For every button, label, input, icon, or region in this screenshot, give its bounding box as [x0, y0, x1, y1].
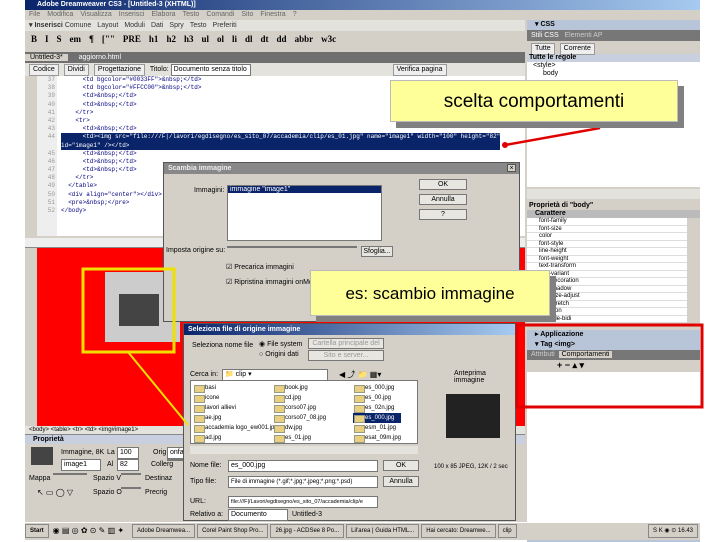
callout-behaviors: scelta comportamenti	[390, 80, 678, 122]
yellow-pointer-line	[127, 351, 189, 426]
taskbar-button[interactable]: Lil'area | Guida HTML...	[346, 524, 420, 539]
taskbar: Start ◉ ▤ ◎ ✿ ⊙ ✎ ▥ ✦ Adobe Dreamwea... C…	[25, 522, 700, 540]
callout-swap-image: es: scambio immagine	[310, 270, 550, 316]
taskbar-button[interactable]: Adobe Dreamwea...	[132, 524, 196, 539]
taskbar-button[interactable]: 26.jpg - ACDSee 8 Po...	[270, 524, 345, 539]
quick-launch-icons[interactable]: ◉ ▤ ◎ ✿ ⊙ ✎ ▥ ✦	[53, 526, 124, 535]
red-pointer-dot	[502, 142, 508, 148]
taskbar-button[interactable]: Hai cercato: Dreamwe...	[421, 524, 496, 539]
behaviors-highlight-box	[515, 323, 704, 409]
red-pointer-line	[504, 126, 601, 147]
taskbar-button[interactable]: clip	[497, 524, 517, 539]
taskbar-button[interactable]: Corel Paint Shop Pro...	[197, 524, 269, 539]
image-highlight-box	[81, 267, 176, 354]
start-button[interactable]: Start	[25, 524, 49, 539]
clock: 16.43	[677, 528, 693, 534]
system-tray: S K ◉ ⊙ 16.43	[648, 524, 698, 538]
